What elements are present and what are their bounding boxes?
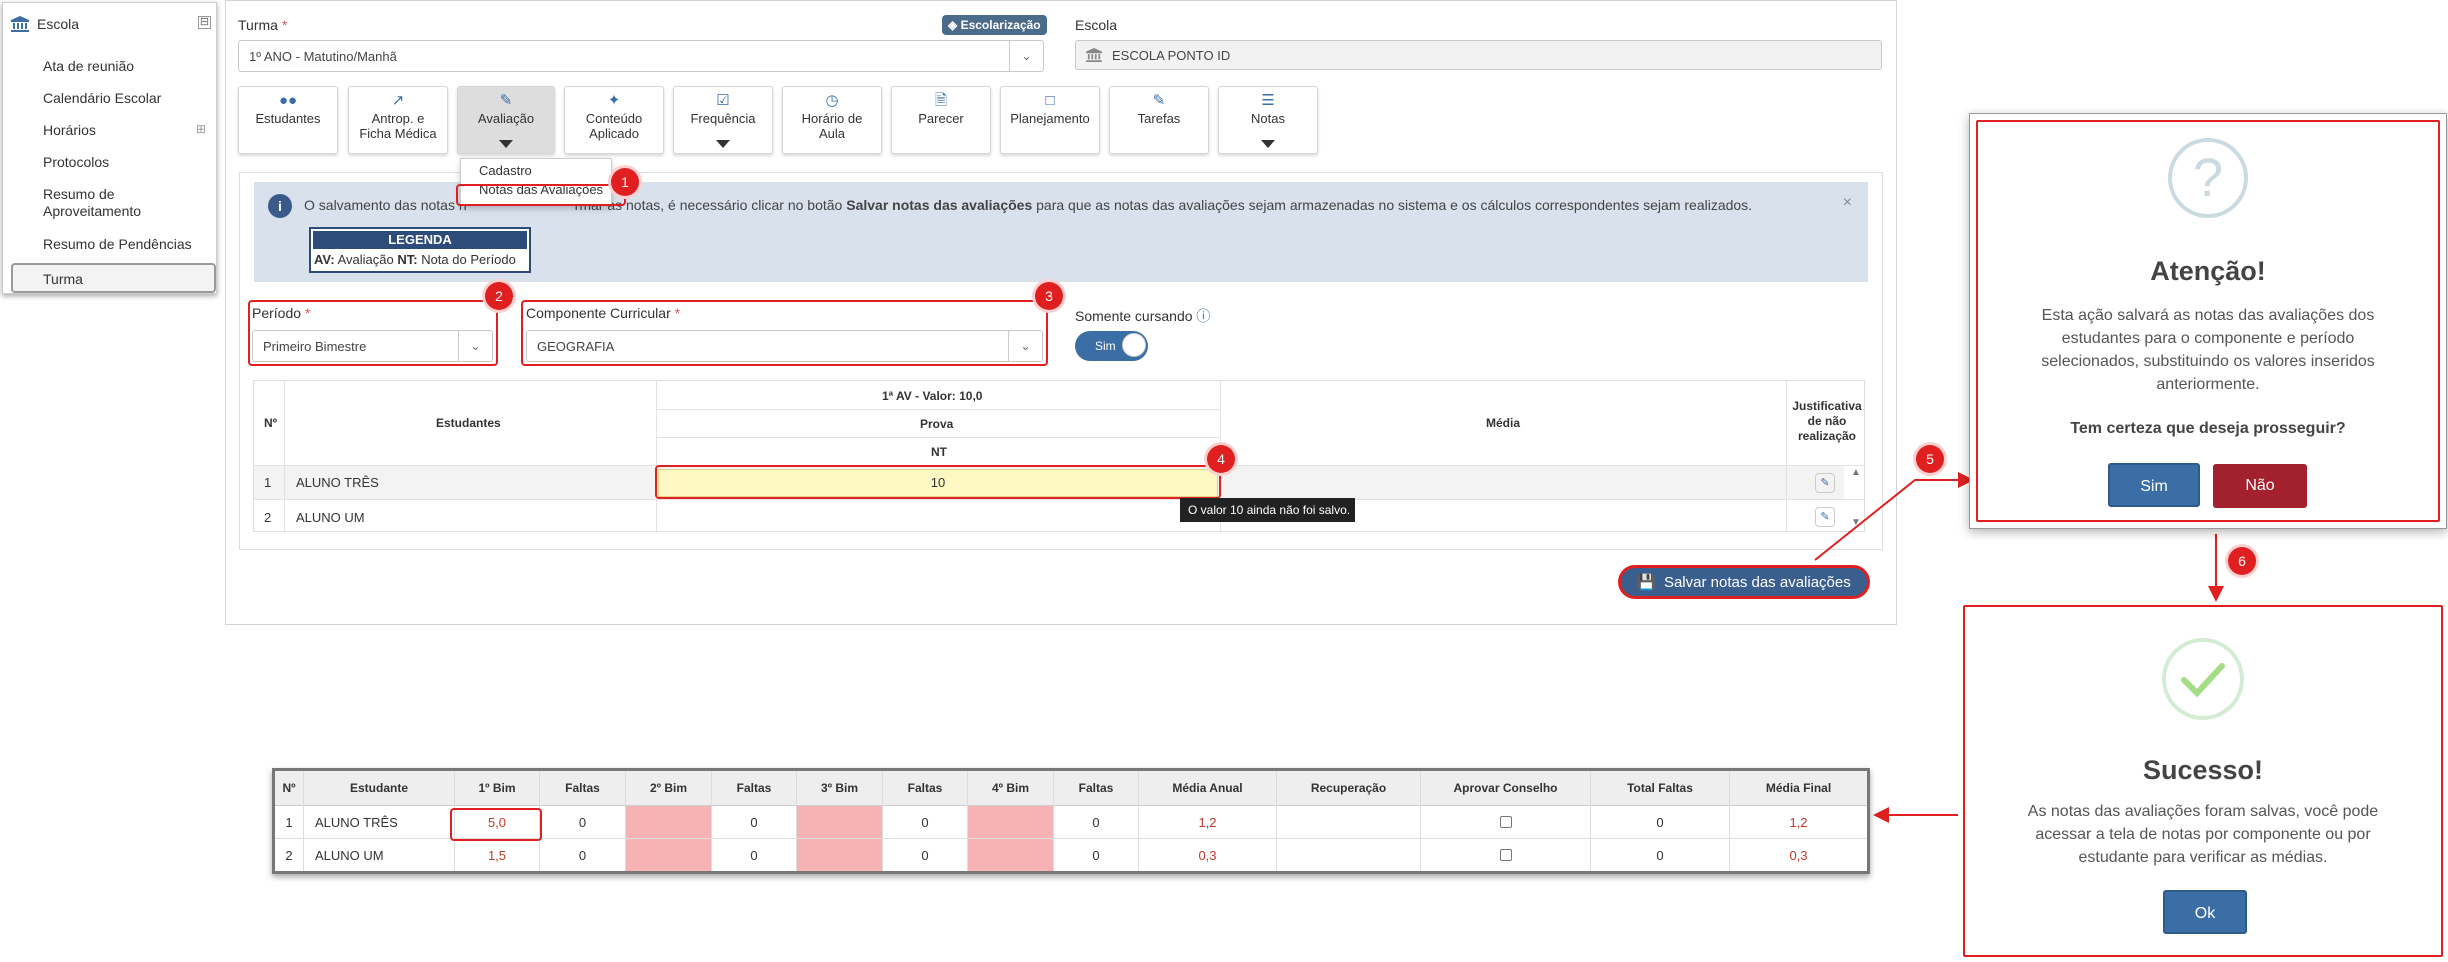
col-header: Recuperação — [1277, 771, 1420, 805]
col-header: Faltas — [712, 771, 796, 805]
confirm-yes-button[interactable]: Sim — [2108, 463, 2200, 507]
col-header: Total Faltas — [1591, 771, 1729, 805]
question-icon: ? — [2168, 138, 2248, 218]
confirm-no-button[interactable]: Não — [2213, 464, 2307, 508]
col-header: 4º Bim — [968, 771, 1053, 805]
col-header: 1º Bim — [455, 771, 539, 805]
success-title: Sucesso! — [2142, 755, 2264, 785]
cell: 0 — [1092, 848, 1100, 863]
aprovar-checkbox[interactable] — [1421, 813, 1590, 828]
col-header: Aprovar Conselho — [1421, 771, 1590, 805]
cell: 0 — [921, 848, 929, 863]
cell: 1,2 — [1198, 815, 1217, 830]
cell: 0 — [578, 848, 587, 863]
cell: 0 — [1656, 848, 1664, 863]
row-student-name: ALUNO TRÊS — [315, 815, 398, 830]
cell: 0,3 — [1789, 848, 1808, 863]
col-header: Estudante — [304, 771, 454, 805]
cell: 0 — [1092, 815, 1100, 830]
confirm-title: Atenção! — [2150, 256, 2266, 286]
confirm-question: Tem certeza que deseja prosseguir? — [2070, 420, 2346, 437]
cell: 0 — [578, 815, 587, 830]
cell: 0 — [750, 815, 758, 830]
cell: 1,2 — [1789, 815, 1808, 830]
check-icon — [2162, 638, 2244, 720]
row-student-name: ALUNO UM — [315, 848, 384, 863]
col-header: Faltas — [883, 771, 967, 805]
col-header: Faltas — [540, 771, 625, 805]
aprovar-checkbox[interactable] — [1421, 846, 1590, 861]
grade-cell: 1,5 — [487, 848, 507, 863]
success-ok-button[interactable]: Ok — [2163, 890, 2247, 934]
cell: 0 — [921, 815, 929, 830]
table-row: 1 — [285, 815, 293, 830]
cell: 0,3 — [1198, 848, 1217, 863]
cell: 0 — [750, 848, 758, 863]
confirm-message: Esta ação salvará as notas das avaliaçõe… — [2041, 307, 2375, 393]
col-header: Faltas — [1054, 771, 1138, 805]
confirm-dialog: ? Atenção! Esta ação salvará as notas da… — [1969, 113, 2447, 529]
col-header: 3º Bim — [797, 771, 882, 805]
success-message: As notas das avaliações foram salvas, vo… — [2027, 803, 2379, 866]
col-header: 2º Bim — [626, 771, 711, 805]
table-row: 2 — [285, 848, 293, 863]
highlight-final-grade — [450, 808, 542, 841]
success-dialog: Sucesso! As notas das avaliações foram s… — [1963, 605, 2443, 957]
col-header: Nº — [275, 771, 303, 805]
cell: 0 — [1656, 815, 1664, 830]
col-header: Média Anual — [1139, 771, 1276, 805]
col-header: Média Final — [1730, 771, 1867, 805]
